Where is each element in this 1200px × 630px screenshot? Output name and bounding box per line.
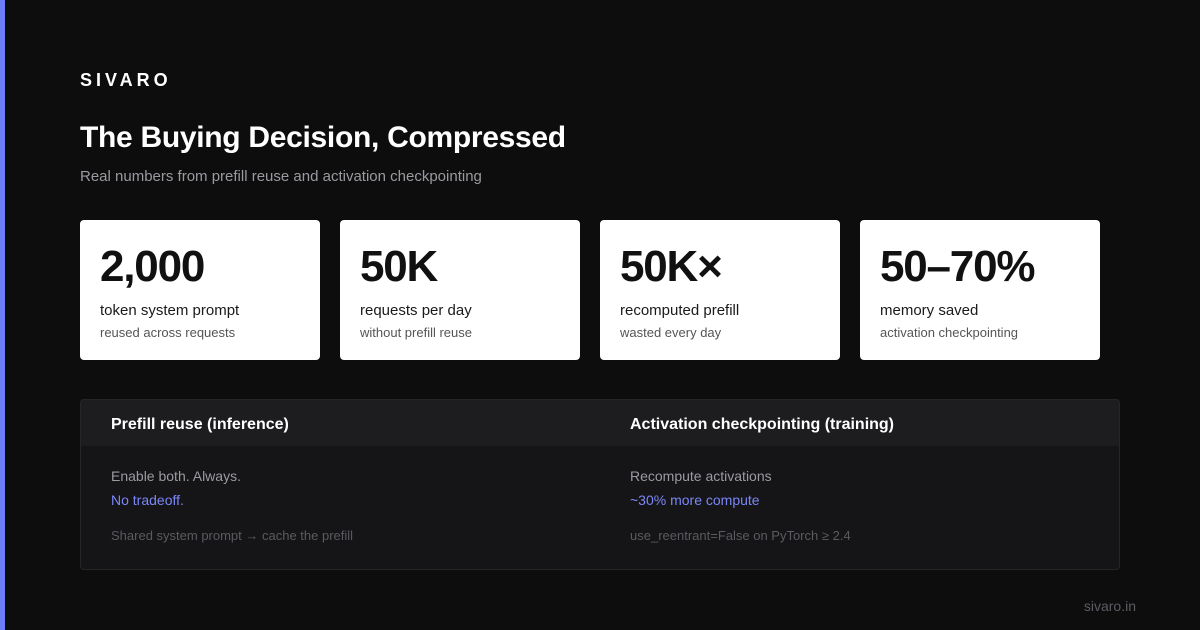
stat-value: 2,000 [100, 242, 205, 291]
stat-sublabel: activation checkpointing [880, 325, 1019, 340]
comparison-column-prefill: Prefill reuse (inference) Enable both. A… [81, 400, 600, 569]
column-accent-text: No tradeoff. [111, 492, 184, 508]
column-heading: Activation checkpointing (training) [600, 400, 1119, 446]
column-accent-text: ~30% more compute [630, 492, 760, 508]
stat-sublabel: reused across requests [100, 325, 236, 340]
stat-cards: 2,000 token system prompt reused across … [80, 220, 1100, 360]
page-title: The Buying Decision, Compressed [80, 121, 566, 154]
stat-value: 50K× [620, 242, 723, 291]
page-subtitle: Real numbers from prefill reuse and acti… [80, 168, 482, 185]
stat-sublabel: wasted every day [620, 325, 722, 340]
column-main-text: Enable both. Always. [111, 468, 241, 484]
stat-sublabel: without prefill reuse [360, 325, 472, 340]
comparison-panel: Prefill reuse (inference) Enable both. A… [80, 399, 1120, 570]
footer-url: sivaro.in [1083, 598, 1136, 614]
stat-card-requests: 50K requests per day without prefill reu… [340, 220, 580, 360]
accent-bar [0, 0, 5, 630]
stat-label: memory saved [880, 302, 979, 319]
stat-label: requests per day [360, 302, 472, 319]
column-main-text: Recompute activations [630, 468, 772, 484]
stat-value: 50–70% [880, 242, 1035, 291]
column-body: Recompute activations ~30% more compute … [600, 446, 1119, 543]
stat-value: 50K [360, 242, 438, 291]
comparison-column-checkpointing: Activation checkpointing (training) Reco… [600, 400, 1119, 569]
column-note: Shared system prompt → cache the prefill [111, 528, 354, 543]
column-note: use_reentrant=False on PyTorch ≥ 2.4 [630, 528, 851, 543]
column-body: Enable both. Always. No tradeoff. Shared… [81, 446, 600, 543]
stat-card-system-prompt: 2,000 token system prompt reused across … [80, 220, 320, 360]
stat-label: recomputed prefill [620, 302, 740, 319]
stat-card-memory-saved: 50–70% memory saved activation checkpoin… [860, 220, 1100, 360]
brand-logo: SIVARO [80, 70, 172, 90]
stat-label: token system prompt [100, 302, 240, 319]
column-heading: Prefill reuse (inference) [81, 400, 600, 446]
stat-card-recomputed-prefill: 50K× recomputed prefill wasted every day [600, 220, 840, 360]
